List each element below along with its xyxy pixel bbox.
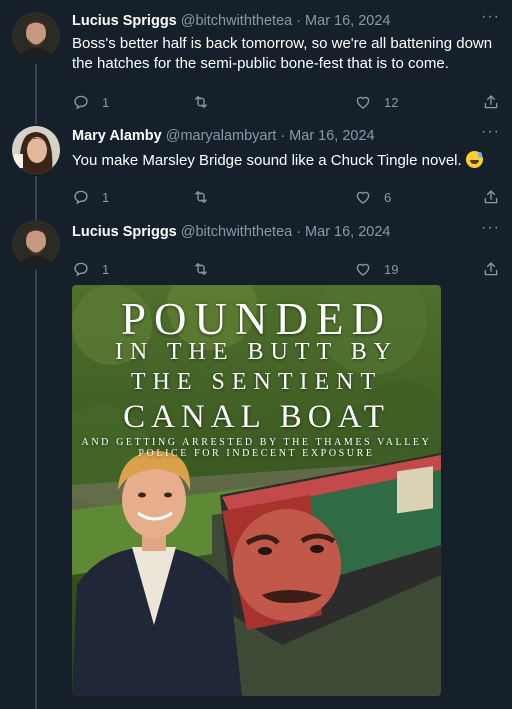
reply-button[interactable]: 1 (72, 187, 109, 207)
reply-icon (74, 262, 88, 277)
avatar[interactable] (12, 126, 60, 174)
like-button[interactable]: 6 (354, 187, 391, 207)
like-button[interactable]: 19 (354, 259, 398, 279)
tweet-media-image[interactable]: POUNDED IN THE BUTT BY THE SENTIENT CANA… (72, 285, 441, 696)
author-handle[interactable]: @bitchwiththetea (181, 223, 292, 241)
reply-count: 1 (102, 261, 110, 277)
tweet-date[interactable]: Mar 16, 2024 (305, 223, 390, 241)
share-icon (484, 262, 498, 276)
share-button[interactable] (482, 259, 500, 279)
share-icon (484, 95, 498, 109)
reply-count: 1 (102, 189, 110, 205)
cover-title-line: THE SENTIENT (130, 369, 383, 395)
share-icon (484, 190, 498, 204)
separator: · (280, 128, 286, 144)
author-name[interactable]: Mary Alamby (72, 127, 162, 145)
author-handle[interactable]: @maryalambyart (166, 127, 277, 145)
grinning-sweat-emoji (465, 151, 483, 168)
reply-button[interactable]: 1 (72, 259, 109, 279)
share-button[interactable] (482, 92, 500, 112)
tweet-text: You make Marsley Bridge sound like a Chu… (72, 152, 462, 169)
tweet-date[interactable]: Mar 16, 2024 (289, 127, 374, 145)
more-icon[interactable]: ··· (481, 8, 500, 26)
like-count: 6 (384, 189, 392, 205)
like-count: 19 (384, 261, 399, 277)
like-button[interactable]: 12 (354, 92, 398, 112)
share-button[interactable] (482, 187, 500, 207)
retweet-button[interactable] (192, 259, 222, 279)
reply-icon (74, 95, 88, 110)
reply-button[interactable]: 1 (72, 92, 109, 112)
cover-subtitle: AND GETTING ARRESTED BY THE THAMES VALLE… (81, 437, 432, 459)
more-icon[interactable]: ··· (481, 123, 500, 141)
separator: · (296, 13, 302, 29)
separator: · (296, 224, 302, 240)
cover-title-line: POUNDED (120, 294, 392, 344)
heart-icon (356, 263, 370, 276)
retweet-icon (195, 263, 207, 275)
cover-title-line: IN THE BUTT BY (114, 339, 399, 365)
like-count: 12 (384, 94, 399, 110)
retweet-button[interactable] (192, 187, 222, 207)
tweet[interactable]: Lucius Spriggs @bitchwiththetea · Mar 16… (0, 0, 512, 120)
author-name[interactable]: Lucius Spriggs (72, 12, 177, 30)
retweet-icon (195, 191, 207, 203)
retweet-icon (195, 96, 207, 108)
author-name[interactable]: Lucius Spriggs (72, 223, 177, 241)
avatar[interactable] (12, 220, 60, 268)
heart-icon (356, 191, 370, 204)
cover-title-line: CANAL BOAT (123, 399, 390, 435)
reply-icon (74, 190, 88, 205)
reply-count: 1 (102, 94, 110, 110)
tweet-date[interactable]: Mar 16, 2024 (305, 12, 390, 30)
author-handle[interactable]: @bitchwiththetea (181, 12, 292, 30)
tweet[interactable]: Mary Alamby @maryalambyart · Mar 16, 202… (0, 120, 512, 220)
more-icon[interactable]: ··· (481, 219, 500, 237)
avatar[interactable] (12, 12, 60, 60)
tweet-text: Boss's better half is back tomorrow, so … (72, 35, 493, 72)
retweet-button[interactable] (192, 92, 222, 112)
heart-icon (356, 96, 370, 109)
